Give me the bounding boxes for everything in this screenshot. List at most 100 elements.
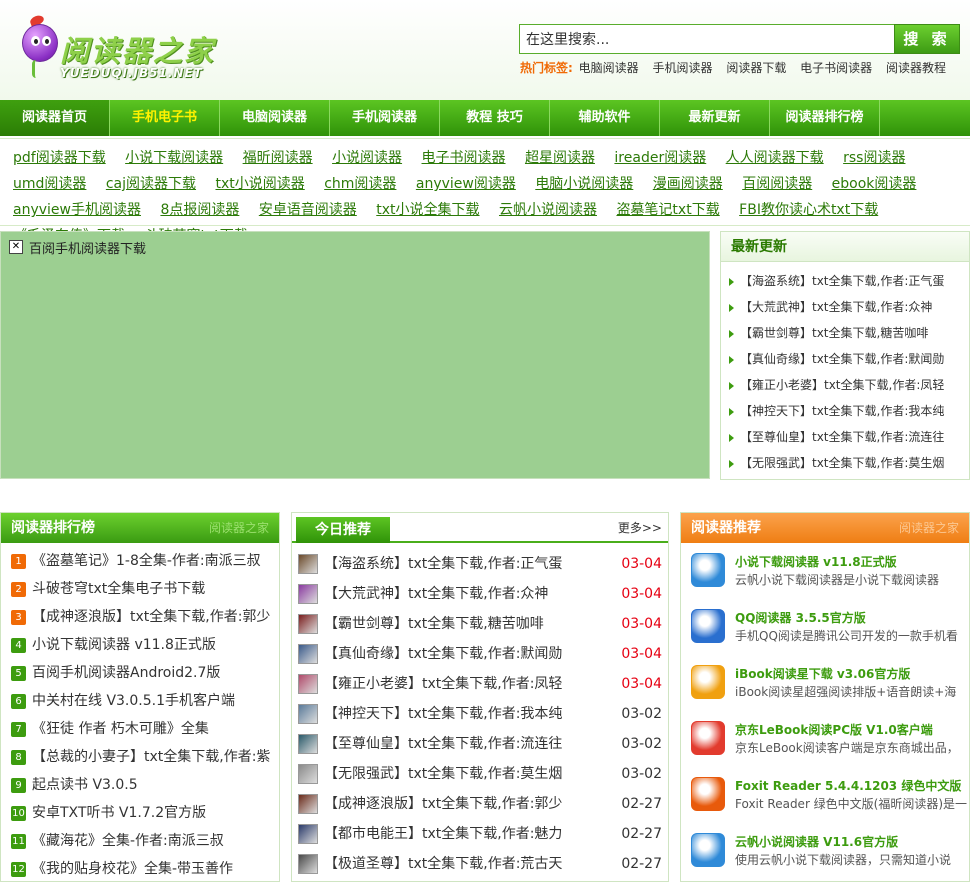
keyword-link[interactable]: 百阅阅读器: [742, 176, 812, 192]
recommend-item[interactable]: 京东LeBook阅读PC版 V1.0客户端 京东LeBook阅读客户端是京东商城出…: [691, 711, 969, 767]
today-item[interactable]: 【海盗系统】txt全集下载,作者:正气蛋 03-04: [298, 549, 668, 579]
latest-item[interactable]: 【霸世剑尊】txt全集下载,糖苦咖啡: [727, 320, 969, 346]
today-header: 今日推荐 更多>>: [292, 513, 668, 543]
keyword-link[interactable]: 云帆小说阅读器: [499, 202, 597, 218]
keyword-link[interactable]: 漫画阅读器: [653, 176, 723, 192]
keyword-link[interactable]: 小说阅读器: [332, 150, 402, 166]
recommend-item[interactable]: QQ阅读器 3.5.5官方版 手机QQ阅读是腾讯公司开发的一款手机看: [691, 599, 969, 655]
keyword-link[interactable]: umd阅读器: [13, 176, 86, 192]
keyword-link[interactable]: anyview手机阅读器: [13, 202, 141, 218]
today-item[interactable]: 【霸世剑尊】txt全集下载,糖苦咖啡 03-04: [298, 609, 668, 639]
ranking-item[interactable]: 10 安卓TXT听书 V1.7.2官方版: [11, 799, 279, 827]
ranking-item[interactable]: 5 百阅手机阅读器Android2.7版: [11, 659, 279, 687]
keyword-link[interactable]: 福昕阅读器: [243, 150, 313, 166]
today-item[interactable]: 【雍正小老婆】txt全集下载,作者:凤轻 03-04: [298, 669, 668, 699]
ranking-item[interactable]: 4 小说下载阅读器 v11.8正式版: [11, 631, 279, 659]
today-item[interactable]: 【成神逐浪版】txt全集下载,作者:郭少 02-27: [298, 789, 668, 819]
banner-image[interactable]: ✕ 百阅手机阅读器下载: [0, 231, 710, 479]
keyword-link[interactable]: pdf阅读器下载: [13, 150, 106, 166]
recommend-item-title: QQ阅读器 3.5.5官方版: [735, 611, 866, 625]
nav-item-pc-reader[interactable]: 电脑阅读器: [220, 100, 330, 136]
ranking-item[interactable]: 9 起点读书 V3.0.5: [11, 771, 279, 799]
search-button[interactable]: 搜 索: [894, 24, 960, 54]
keyword-link[interactable]: 超星阅读器: [525, 150, 595, 166]
ranking-item[interactable]: 1 《盗墓笔记》1-8全集-作者:南派三叔: [11, 547, 279, 575]
keyword-link[interactable]: 电脑小说阅读器: [535, 176, 633, 192]
hot-tags: 热门标签: 电脑阅读器 手机阅读器 阅读器下载 电子书阅读器 阅读器教程: [520, 59, 956, 76]
today-item[interactable]: 【都市电能王】txt全集下载,作者:魅力 02-27: [298, 819, 668, 849]
more-link[interactable]: 更多>>: [618, 513, 662, 543]
today-item[interactable]: 【大荒武神】txt全集下载,作者:众神 03-04: [298, 579, 668, 609]
nav-item-tools[interactable]: 辅助软件: [550, 100, 660, 136]
hot-tag[interactable]: 阅读器下载: [726, 61, 786, 75]
recommend-item[interactable]: iBook阅读星下载 v3.06官方版 iBook阅读星超强阅读排版+语音朗读+海: [691, 655, 969, 711]
book-cover-icon: [298, 734, 318, 754]
search-input[interactable]: [519, 24, 895, 54]
recommend-item[interactable]: 小说下载阅读器 v11.8正式版 云帆小说下载阅读器是小说下载阅读器: [691, 543, 969, 599]
recommend-item[interactable]: Foxit Reader 5.4.4.1203 绿色中文版 Foxit Reade…: [691, 767, 969, 823]
ranking-item[interactable]: 11 《藏海花》全集-作者:南派三叔: [11, 827, 279, 855]
ranking-item[interactable]: 12 《我的贴身校花》全集-带玉善作: [11, 855, 279, 882]
hot-tag[interactable]: 电脑阅读器: [579, 61, 639, 75]
today-item[interactable]: 【真仙奇缘】txt全集下载,作者:默闻勋 03-04: [298, 639, 668, 669]
ranking-list: 1 《盗墓笔记》1-8全集-作者:南派三叔 2 斗破苍穹txt全集电子书下载 3 【成神逐…: [1, 543, 279, 882]
hot-tag[interactable]: 电子书阅读器: [800, 61, 872, 75]
book-cover-icon: [298, 854, 318, 874]
latest-item-text: 【无限强武】txt全集下载,作者:莫生烟: [740, 456, 945, 470]
logo-title: 阅读器之家: [60, 34, 216, 68]
today-item[interactable]: 【无限强武】txt全集下载,作者:莫生烟 03-02: [298, 759, 668, 789]
keyword-link[interactable]: ebook阅读器: [832, 176, 917, 192]
keyword-link[interactable]: 电子书阅读器: [422, 150, 506, 166]
ranking-item[interactable]: 6 中关村在线 V3.0.5.1手机客户端: [11, 687, 279, 715]
nav-item-latest[interactable]: 最新更新: [660, 100, 770, 136]
ranking-item[interactable]: 7 《狂徒 作者 朽木可雕》全集: [11, 715, 279, 743]
keyword-link[interactable]: chm阅读器: [324, 176, 396, 192]
site-logo[interactable]: 阅读器之家 YUEDUQI.JB51.NET: [14, 13, 224, 84]
today-item[interactable]: 【至尊仙皇】txt全集下载,作者:流连往 03-02: [298, 729, 668, 759]
keyword-link[interactable]: 安卓语音阅读器: [259, 202, 357, 218]
today-item-text: 【极道圣尊】txt全集下载,作者:荒古天: [324, 856, 563, 872]
recommend-item-title: 京东LeBook阅读PC版 V1.0客户端: [735, 723, 933, 737]
latest-item[interactable]: 【无限强武】txt全集下载,作者:莫生烟: [727, 450, 969, 476]
rank-number-badge: 2: [11, 581, 26, 597]
nav-item-mobile-reader[interactable]: 手机阅读器: [330, 100, 440, 136]
latest-item[interactable]: 【神控天下】txt全集下载,作者:我本纯: [727, 398, 969, 424]
book-cover-icon: [298, 824, 318, 844]
tab-today-recommend[interactable]: 今日推荐: [296, 517, 390, 543]
keyword-link[interactable]: 盗墓笔记txt下载: [616, 202, 719, 218]
latest-item[interactable]: 【真仙奇缘】txt全集下载,作者:默闻勋: [727, 346, 969, 372]
keyword-link[interactable]: caj阅读器下载: [106, 176, 196, 192]
ranking-item-text: 百阅手机阅读器Android2.7版: [32, 665, 221, 681]
nav-item-mobile-ebook[interactable]: 手机电子书: [110, 100, 220, 136]
keyword-link[interactable]: FBI教你读心术txt下载: [739, 202, 878, 218]
keyword-link[interactable]: txt小说阅读器: [215, 176, 304, 192]
keyword-link[interactable]: 8点报阅读器: [160, 202, 239, 218]
keyword-link[interactable]: 小说下载阅读器: [125, 150, 223, 166]
ranking-item[interactable]: 3 【成神逐浪版】txt全集下载,作者:郭少: [11, 603, 279, 631]
latest-item[interactable]: 【海盗系统】txt全集下载,作者:正气蛋: [727, 268, 969, 294]
keyword-link[interactable]: anyview阅读器: [416, 176, 516, 192]
nav-item-home[interactable]: 阅读器首页: [0, 100, 110, 136]
latest-item[interactable]: 【至尊仙皇】txt全集下载,作者:流连往: [727, 424, 969, 450]
nav-item-ranking[interactable]: 阅读器排行榜: [770, 100, 880, 136]
keyword-link[interactable]: txt小说全集下载: [376, 202, 479, 218]
ranking-item-text: 《盗墓笔记》1-8全集-作者:南派三叔: [32, 553, 261, 569]
ranking-item[interactable]: 8 【总裁的小妻子】txt全集下载,作者:紫: [11, 743, 279, 771]
hot-tag[interactable]: 阅读器教程: [886, 61, 946, 75]
latest-item[interactable]: 【大荒武神】txt全集下载,作者:众神: [727, 294, 969, 320]
keyword-link[interactable]: rss阅读器: [843, 150, 905, 166]
today-item[interactable]: 【极道圣尊】txt全集下载,作者:荒古天 02-27: [298, 849, 668, 879]
hot-tag[interactable]: 手机阅读器: [652, 61, 712, 75]
today-item[interactable]: 【神控天下】txt全集下载,作者:我本纯 03-02: [298, 699, 668, 729]
ranking-item-text: 《我的贴身校花》全集-带玉善作: [32, 861, 234, 877]
recommend-item-title: iBook阅读星下载 v3.06官方版: [735, 667, 911, 681]
nav-item-tutorials[interactable]: 教程 技巧: [440, 100, 550, 136]
bullet-arrow-icon: [729, 355, 734, 364]
recommend-item[interactable]: 云帆小说阅读器 V11.6官方版 使用云帆小说下载阅读器，只需知道小说: [691, 823, 969, 879]
recommend-title: 阅读器推荐: [691, 520, 761, 536]
keyword-link[interactable]: 人人阅读器下载: [726, 150, 824, 166]
ranking-item[interactable]: 2 斗破苍穹txt全集电子书下载: [11, 575, 279, 603]
keyword-link[interactable]: ireader阅读器: [614, 150, 706, 166]
latest-item[interactable]: 【雍正小老婆】txt全集下载,作者:凤轻: [727, 372, 969, 398]
today-item-date: 03-04: [621, 646, 662, 662]
